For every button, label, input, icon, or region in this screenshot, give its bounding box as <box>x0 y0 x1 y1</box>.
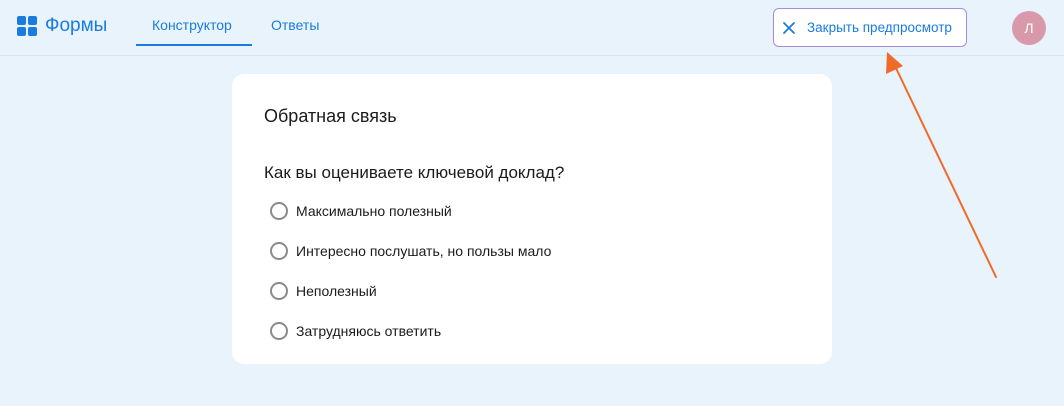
annotation-arrow-icon <box>886 52 997 278</box>
